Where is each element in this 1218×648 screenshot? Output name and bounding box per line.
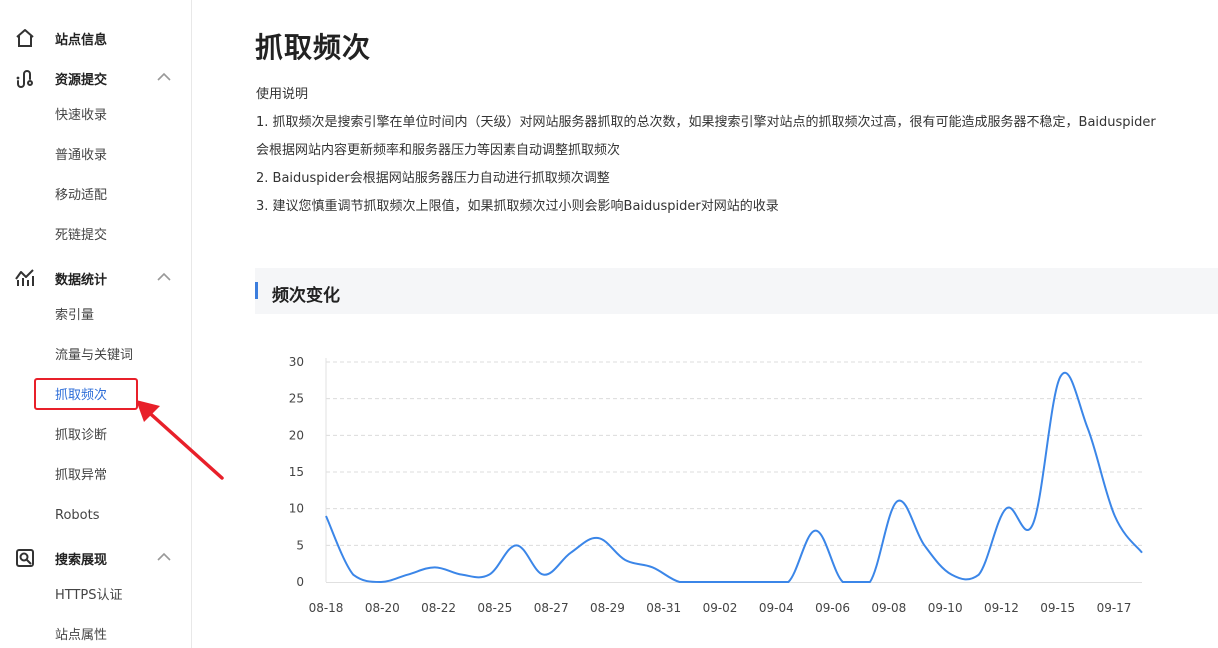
x-tick-label: 08-25 — [477, 601, 512, 615]
x-tick-label: 08-18 — [309, 601, 344, 615]
x-tick-label: 09-15 — [1040, 601, 1075, 615]
sidebar-item-robots[interactable]: Robots — [55, 506, 99, 526]
sidebar: 站点信息 资源提交 快速收录 普通收录 移动适配 死链提交 数据统计 索引量 流… — [0, 0, 192, 648]
search-display-icon — [16, 549, 34, 567]
sidebar-item-index-volume[interactable]: 索引量 — [55, 306, 94, 326]
series-line — [325, 372, 1143, 583]
sidebar-item-crawl-diagnosis[interactable]: 抓取诊断 — [55, 426, 107, 446]
sidebar-group-site-info[interactable]: 站点信息 — [0, 18, 191, 58]
sidebar-group-label: 资源提交 — [55, 73, 108, 88]
y-tick-label: 25 — [289, 392, 304, 406]
sidebar-item-mobile-adapt[interactable]: 移动适配 — [55, 186, 107, 206]
sidebar-item-https-auth[interactable]: HTTPS认证 — [55, 586, 123, 606]
y-tick-label: 20 — [289, 428, 304, 442]
x-tick-label: 08-27 — [534, 601, 569, 615]
x-tick-label: 09-12 — [984, 601, 1019, 615]
x-tick-label: 08-31 — [646, 601, 681, 615]
x-tick-label: 09-17 — [1097, 601, 1132, 615]
x-tick-label: 09-04 — [759, 601, 794, 615]
main-content: 抓取频次 使用说明 1. 抓取频次是搜索引擎在单位时间内（天级）对网站服务器抓取… — [192, 0, 1218, 648]
y-tick-label: 0 — [296, 575, 304, 589]
sidebar-group-label: 数据统计 — [55, 273, 108, 288]
x-tick-label: 09-10 — [928, 601, 963, 615]
x-tick-label: 09-08 — [871, 601, 906, 615]
x-tick-label: 09-02 — [703, 601, 738, 615]
frequency-line-chart[interactable]: 0 5 10 15 20 25 30 08-18 08-20 08-22 08-25 08-27 08-… — [192, 0, 1218, 648]
chevron-up-icon[interactable] — [156, 552, 172, 562]
sidebar-group-label: 搜索展现 — [55, 553, 108, 568]
home-icon — [16, 29, 34, 47]
sidebar-item-traffic-keywords[interactable]: 流量与关键词 — [55, 346, 133, 366]
sidebar-group-data-stats[interactable]: 数据统计 — [0, 258, 191, 298]
link-icon — [16, 70, 33, 88]
sidebar-item-crawl-errors[interactable]: 抓取异常 — [55, 466, 107, 486]
y-tick-label: 5 — [296, 538, 304, 552]
highlight-box — [34, 378, 138, 410]
y-tick-label: 30 — [289, 355, 304, 369]
sidebar-item-normal-index[interactable]: 普通收录 — [55, 146, 107, 166]
sidebar-item-fast-index[interactable]: 快速收录 — [55, 106, 107, 126]
x-tick-label: 08-22 — [421, 601, 456, 615]
chevron-up-icon[interactable] — [156, 72, 172, 82]
x-tick-label: 08-20 — [365, 601, 400, 615]
y-tick-label: 15 — [289, 465, 304, 479]
sidebar-item-site-attributes[interactable]: 站点属性 — [55, 626, 107, 646]
chevron-up-icon[interactable] — [156, 272, 172, 282]
x-tick-label: 09-06 — [815, 601, 850, 615]
sidebar-group-search-display[interactable]: 搜索展现 — [0, 538, 191, 578]
stats-icon — [15, 269, 34, 286]
sidebar-group-resource-submit[interactable]: 资源提交 — [0, 58, 191, 98]
sidebar-item-deadlink-submit[interactable]: 死链提交 — [55, 226, 107, 246]
sidebar-group-label: 站点信息 — [55, 33, 108, 48]
y-tick-label: 10 — [289, 502, 304, 516]
x-tick-label: 08-29 — [590, 601, 625, 615]
